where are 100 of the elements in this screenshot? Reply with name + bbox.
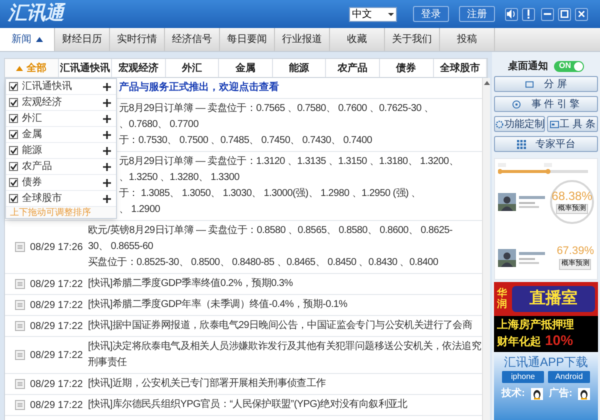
menu-item-label: 债券 — [22, 176, 43, 190]
check-icon — [10, 131, 17, 138]
menu-item-label: 农产品 — [22, 160, 53, 174]
news-time: 08/29 17:22 — [30, 348, 84, 362]
banner-brand: 华润 — [497, 288, 508, 310]
plus-icon[interactable] — [103, 98, 111, 106]
side-button[interactable]: 事 件 引 擎 — [494, 96, 598, 112]
category-tab[interactable]: 金属 — [219, 59, 273, 77]
news-time: 08/29 17:22 — [30, 398, 84, 412]
menu-item-label: 外汇 — [22, 112, 43, 126]
news-link[interactable]: 产品与服务正式推出，欢迎点击查看 — [119, 80, 279, 96]
drag-hint: 上下拖动可调整排序 — [6, 207, 116, 218]
gear-icon — [494, 120, 504, 128]
document-icon — [15, 350, 25, 360]
checkbox[interactable] — [9, 82, 18, 91]
contact-label: 技术: — [502, 386, 525, 401]
checkbox[interactable] — [9, 162, 18, 171]
percentage-value: 67.39% — [556, 246, 594, 257]
category-tab[interactable]: 外汇 — [166, 59, 220, 77]
check-icon — [10, 83, 17, 90]
category-tab[interactable]: 债券 — [380, 59, 434, 77]
plus-icon[interactable] — [103, 114, 111, 122]
news-time: 08/29 17:22 — [30, 298, 84, 312]
contact-label: 广告: — [549, 386, 572, 401]
nav-tab[interactable]: 财经日历 — [55, 28, 110, 51]
triangle-up-icon — [16, 66, 24, 70]
category-tab[interactable]: 农产品 — [326, 59, 380, 77]
check-icon — [10, 195, 17, 202]
nav-tab[interactable]: 收藏 — [330, 28, 385, 51]
scroll-up-icon[interactable] — [484, 81, 490, 85]
nav-tab[interactable]: 新闻 — [0, 28, 55, 51]
news-text: 元8月29日订单簿 — 卖盘位于：0.7565 、0.7580、 0.7600 、0.7625-30 、 、0.7680、 0.7700 于：0.7530、 0.7500 、0.7485、 0.7450、 0.7430、 0.7400 — [119, 102, 434, 148]
nav-tab[interactable]: 每日要闻 — [220, 28, 275, 51]
target-icon — [512, 100, 522, 108]
plus-icon[interactable] — [103, 146, 111, 154]
check-icon — [10, 179, 17, 186]
check-icon — [10, 163, 17, 170]
checkbox[interactable] — [9, 178, 18, 187]
plus-icon[interactable] — [103, 162, 111, 170]
news-text: [快讯]希腊二季度GDP年率（未季调）终值-0.4%，预期-0.1% — [88, 298, 348, 312]
document-icon — [15, 242, 25, 252]
checkbox[interactable] — [9, 98, 18, 107]
check-icon — [10, 99, 17, 106]
nav-tab[interactable]: 投稿 — [440, 28, 495, 51]
header-button[interactable]: 登录 — [413, 6, 449, 22]
side-button[interactable]: 功能定制 — [494, 116, 545, 132]
check-icon — [10, 147, 17, 154]
plus-icon[interactable] — [103, 178, 111, 186]
checkbox[interactable] — [9, 130, 18, 139]
category-tab[interactable]: 宏观经济 — [112, 59, 166, 77]
plus-icon[interactable] — [103, 130, 111, 138]
app-logo: 汇讯通 — [8, 2, 64, 26]
side-button[interactable]: 分 屏 — [494, 76, 598, 92]
penguin-icon[interactable] — [531, 388, 543, 400]
notification-label: 桌面通知 — [508, 60, 548, 74]
side-button[interactable]: 专家平台 — [494, 136, 598, 152]
download-button[interactable]: iphone — [502, 371, 544, 383]
nav-tab[interactable]: 行业报道 — [275, 28, 330, 51]
news-time: 08/29 17:22 — [30, 278, 84, 292]
side-button[interactable]: 工 具 条 — [547, 116, 598, 132]
news-text: [快讯]希腊二季度GDP季率终值0.2%，预期0.3% — [88, 276, 293, 291]
checkbox[interactable] — [9, 146, 18, 155]
banner-title: 直播室 — [512, 286, 595, 312]
document-icon — [15, 300, 25, 310]
triangle-up-icon — [36, 37, 42, 42]
checkbox[interactable] — [9, 194, 18, 203]
download-title: 汇讯通APP下载 — [504, 354, 588, 370]
category-tab[interactable]: 全球股市 — [434, 59, 488, 77]
menu-item-label: 全球股市 — [22, 192, 63, 206]
speaker-icon[interactable] — [506, 8, 517, 20]
maximize-icon[interactable] — [559, 8, 570, 20]
toolbar-icon — [550, 120, 559, 128]
banner-rate: 10% — [545, 333, 574, 348]
nav-tab[interactable]: 实时行情 — [110, 28, 165, 51]
language-select[interactable]: 中文 — [349, 6, 397, 22]
document-icon — [15, 279, 25, 289]
news-time: 08/29 17:22 — [30, 320, 84, 334]
header-button[interactable]: 注册 — [459, 6, 495, 22]
menu-item-label: 能源 — [22, 144, 43, 158]
text-lines-drawing — [519, 196, 545, 208]
news-text: 元8月29日订单簿 — 卖盘位于：1.3120 、1.3135 、1.3150 、1.3180、 1.3200、 、1.3250 、1.3280、 1.3300 于： 1.3085、 1.3050、 1.3030、 1.3000(强)、 1.2980 、1.2950 (强) 、 、 1.2900 — [119, 154, 458, 217]
news-text: 欧元/英镑8月29日订单簿 — 卖盘位于：0.8580 、0.8565、 0.8580、 0.8600、 0.8625- 30、 0.8655-60 买盘位于：0.8525-30、 0.8500、 0.8480-85 、0.8465、 0.8450 、0.8430 、0.8400 — [88, 224, 452, 270]
news-text: [快讯]决定将欣泰电气及相关人员涉嫌欺诈发行及其他有关犯罪问题移送公安机关，依法追究 刑事责任 — [88, 340, 481, 370]
banner-text: 财年化起 — [497, 335, 541, 350]
plus-icon[interactable] — [103, 194, 111, 202]
penguin-icon[interactable] — [578, 388, 590, 400]
nav-tab[interactable]: 经济信号 — [165, 28, 220, 51]
news-text: [快讯]据中国证券网报道，欣泰电气29日晚间公告，中国证监会专门与公安机关进行了会商 — [88, 318, 472, 333]
plus-icon[interactable] — [103, 82, 111, 90]
checkbox[interactable] — [9, 114, 18, 123]
category-tab[interactable]: 能源 — [272, 59, 326, 77]
document-icon — [15, 321, 25, 331]
menu-item-label: 宏观经济 — [22, 96, 63, 110]
close-icon[interactable] — [576, 8, 587, 20]
news-text: [快讯]近期，公安机关已专门部署开展相关刑事侦查工作 — [88, 376, 326, 391]
category-tab[interactable]: 汇讯通快讯 — [58, 59, 112, 77]
nav-tab[interactable]: 关于我们 — [385, 28, 440, 51]
banner-text: 上海房产抵押理 — [497, 318, 575, 333]
document-icon — [15, 400, 25, 410]
download-button[interactable]: Android — [548, 371, 590, 383]
